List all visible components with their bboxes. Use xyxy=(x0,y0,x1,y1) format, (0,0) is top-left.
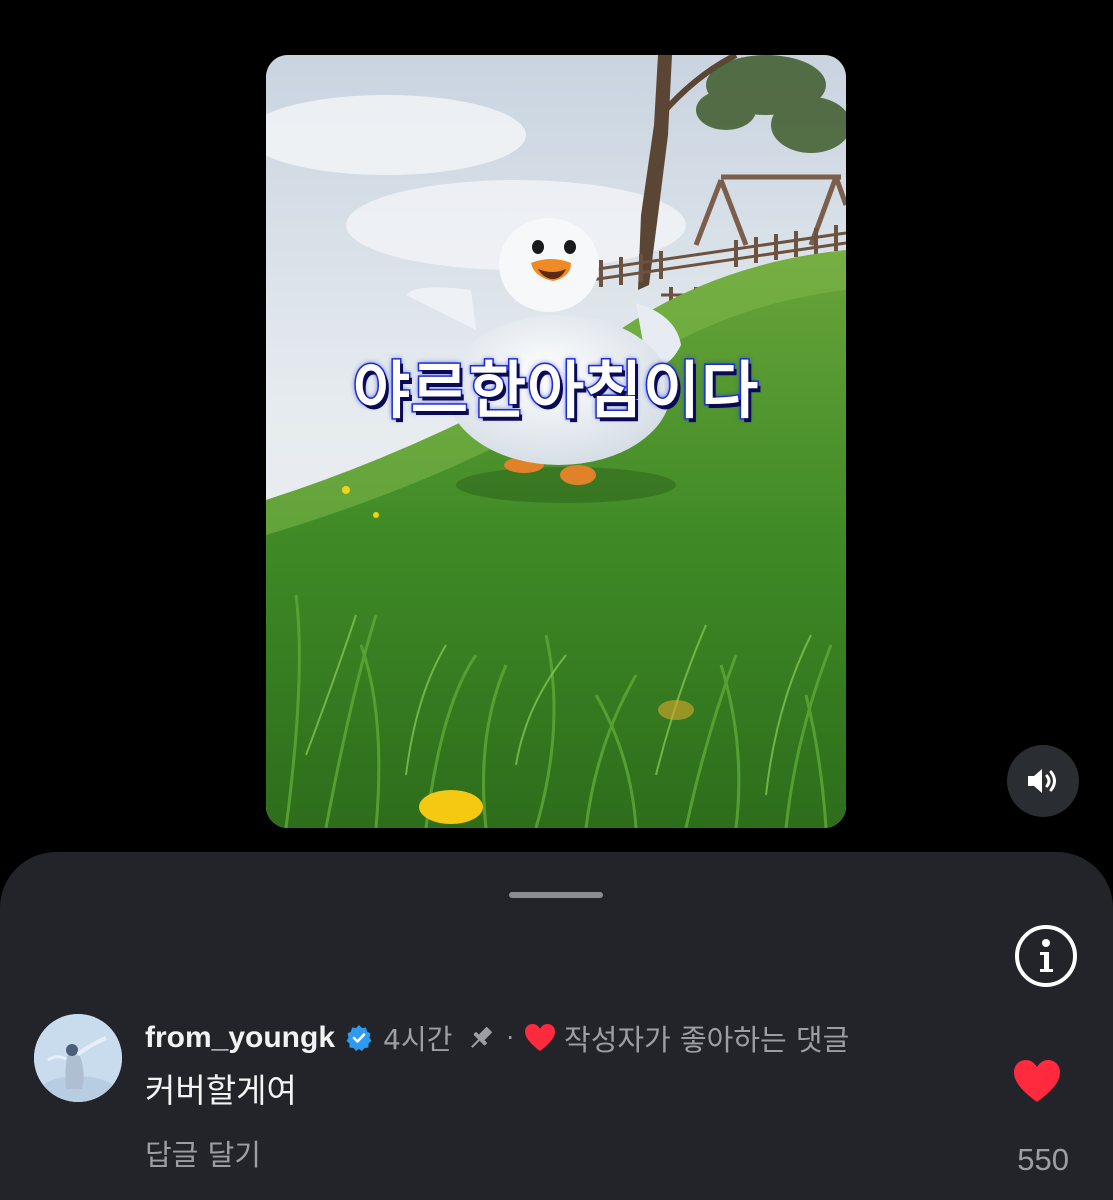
comment-text: 커버할게여 xyxy=(145,1071,297,1110)
video-frame xyxy=(266,55,846,828)
comment-time: 4시간 xyxy=(383,1023,453,1056)
creator-heart-icon xyxy=(524,1023,556,1053)
comment-item: from_youngk 4시간 · 작성자가 좋아하는 댓글 커버할게여 답글 … xyxy=(34,1014,1094,1184)
speaker-wave-icon xyxy=(1028,769,1056,793)
verified-badge-icon xyxy=(345,1024,373,1052)
heart-icon xyxy=(1014,1060,1060,1102)
reply-button[interactable]: 답글 달기 xyxy=(145,1132,261,1174)
screen: 야르한아침이다 from_youngk 4시간 · 작성자가 좋아하는 댓글 커… xyxy=(0,0,1113,1200)
creator-liked-label: 작성자가 좋아하는 댓글 xyxy=(564,1023,850,1057)
avatar-image xyxy=(34,1014,122,1102)
sound-toggle-button[interactable] xyxy=(1007,745,1079,817)
meta-separator: · xyxy=(506,1024,515,1052)
info-button[interactable] xyxy=(1014,924,1078,988)
video-caption: 야르한아침이다 xyxy=(351,353,760,429)
like-button[interactable] xyxy=(1012,1058,1062,1104)
info-circle-icon xyxy=(1015,925,1077,987)
comment-username[interactable]: from_youngk xyxy=(145,1021,335,1055)
avatar[interactable] xyxy=(34,1014,122,1102)
comment-meta: from_youngk 4시간 · 작성자가 좋아하는 댓글 xyxy=(145,1016,849,1060)
comment-sheet: from_youngk 4시간 · 작성자가 좋아하는 댓글 커버할게여 답글 … xyxy=(0,852,1113,1200)
like-count: 550 xyxy=(1017,1142,1069,1177)
video-player[interactable]: 야르한아침이다 xyxy=(266,55,846,828)
pin-icon xyxy=(466,1023,496,1053)
sheet-grabber[interactable] xyxy=(509,892,603,898)
